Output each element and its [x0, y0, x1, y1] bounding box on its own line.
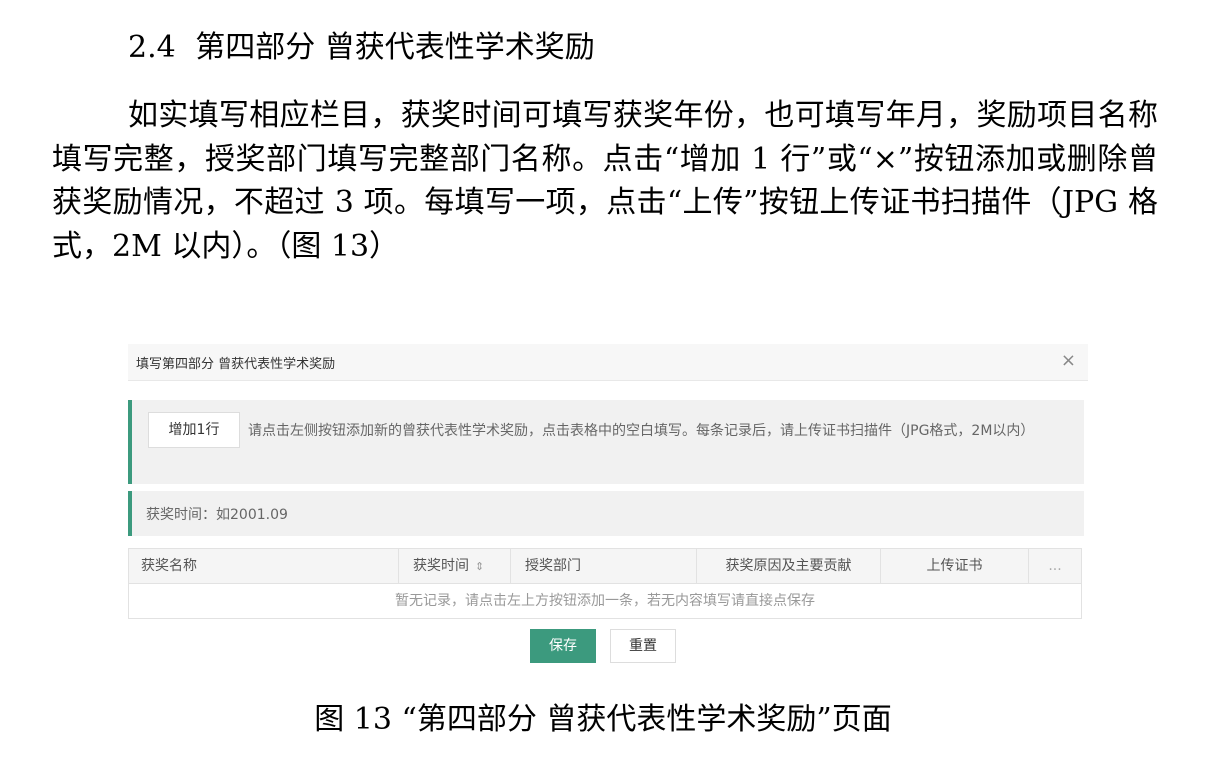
column-award-time[interactable]: 获奖时间 ⇕: [399, 549, 511, 583]
save-button[interactable]: 保存: [530, 629, 596, 663]
section-number: 2.4: [128, 30, 176, 65]
modal-header: 填写第四部分 曾获代表性学术奖励 ×: [128, 344, 1088, 381]
instruction-tip: 请点击左侧按钮添加新的曾获代表性学术奖励，点击表格中的空白填写。每条记录后，请上…: [128, 400, 1084, 484]
column-award-reason: 获奖原因及主要贡献: [697, 549, 881, 583]
time-hint-box: 获奖时间：如2001.09: [128, 491, 1084, 536]
tip-text: 请点击左侧按钮添加新的曾获代表性学术奖励，点击表格中的空白填写。每条记录后，请上…: [248, 423, 1035, 439]
sort-icon[interactable]: ⇕: [475, 560, 484, 573]
add-row-button[interactable]: 增加1行: [148, 412, 240, 448]
awards-table: 获奖名称 获奖时间 ⇕ 授奖部门 获奖原因及主要贡献 上传证书 ... 暂无记录，…: [128, 548, 1082, 619]
time-hint: 获奖时间：如2001.09: [146, 507, 288, 523]
form-screenshot: 填写第四部分 曾获代表性学术奖励 × 请点击左侧按钮添加新的曾获代表性学术奖励，…: [128, 344, 1088, 669]
figure-caption: 图 13 “第四部分 曾获代表性学术奖励”页面: [314, 702, 892, 737]
column-upload-certificate: 上传证书: [881, 549, 1029, 583]
section-title: 第四部分 曾获代表性学术奖励: [195, 30, 595, 65]
instruction-paragraph: 如实填写相应栏目，获奖时间可填写获奖年份，也可填写年月，奖励项目名称填写完整，授…: [52, 98, 1158, 264]
empty-table-message: 暂无记录，请点击左上方按钮添加一条，若无内容填写请直接点保存: [395, 593, 815, 609]
close-icon[interactable]: ×: [1061, 350, 1076, 371]
section-heading: 2.4 第四部分 曾获代表性学术奖励: [128, 28, 595, 68]
column-award-time-label: 获奖时间: [413, 558, 469, 574]
table-header: 获奖名称 获奖时间 ⇕ 授奖部门 获奖原因及主要贡献 上传证书 ...: [129, 549, 1081, 584]
reset-button[interactable]: 重置: [610, 629, 676, 663]
column-award-name: 获奖名称: [129, 549, 399, 583]
modal-title: 填写第四部分 曾获代表性学术奖励: [136, 357, 336, 372]
form-actions: 保存 重置: [128, 628, 1080, 664]
column-more: ...: [1048, 558, 1062, 574]
column-awarding-department: 授奖部门: [511, 549, 697, 583]
